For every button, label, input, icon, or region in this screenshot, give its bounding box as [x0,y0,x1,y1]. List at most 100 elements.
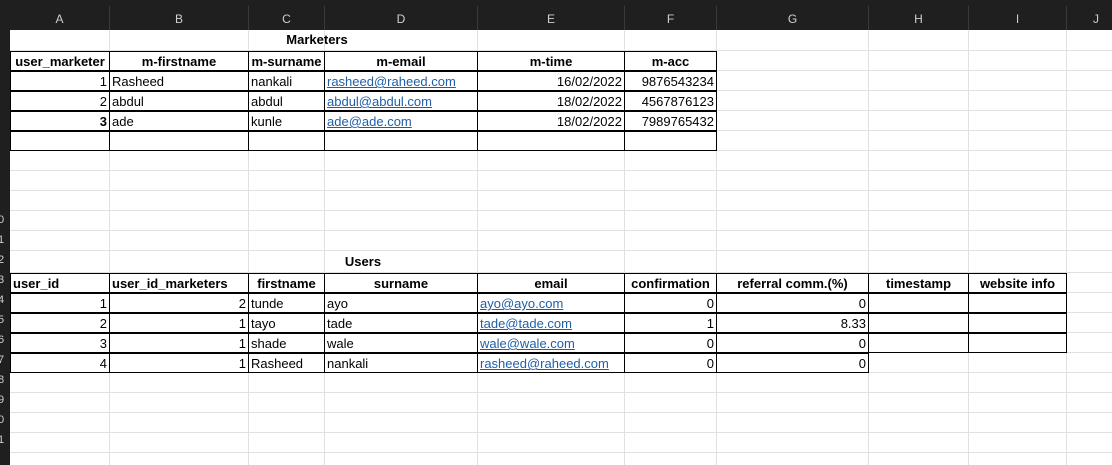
marketer-id-cell[interactable]: 1 [10,71,110,91]
header-user-marketer[interactable]: user_marketer [10,51,110,71]
marketer-id-cell[interactable]: 3 [10,111,110,131]
user-timestamp-cell[interactable] [868,293,969,313]
marketer-id-cell[interactable]: 2 [10,91,110,111]
column-header-e[interactable]: E [478,0,624,30]
email-link[interactable]: rasheed@raheed.com [327,74,456,89]
user-confirmation-cell[interactable]: 1 [624,313,717,333]
column-header-j[interactable]: J [1067,0,1112,30]
user-firstname-cell[interactable]: tunde [248,293,325,313]
marketer-email-cell[interactable]: ade@ade.com [324,111,478,131]
marketer-surname-cell[interactable]: kunle [248,111,325,131]
email-link[interactable]: abdul@abdul.com [327,94,432,109]
user-website-cell[interactable] [968,333,1067,353]
row-header[interactable]: 1 [0,230,10,250]
row-header[interactable]: 1 [0,430,10,450]
marketer-time-cell[interactable]: 18/02/2022 [477,111,625,131]
user-website-cell[interactable] [968,313,1067,333]
user-referral-cell[interactable]: 0 [716,293,869,313]
marketer-surname-cell[interactable]: nankali [248,71,325,91]
header-firstname[interactable]: firstname [248,273,325,293]
row-header[interactable]: 9 [0,390,10,410]
column-header-b[interactable]: B [110,0,248,30]
column-header-h[interactable]: H [869,0,968,30]
user-email-cell[interactable]: tade@tade.com [477,313,625,333]
user-referral-cell[interactable]: 0 [716,333,869,353]
header-m-acc[interactable]: m-acc [624,51,717,71]
marketer-firstname-cell[interactable]: abdul [109,91,249,111]
marketer-time-cell[interactable]: 16/02/2022 [477,71,625,91]
email-link[interactable]: tade@tade.com [480,316,572,331]
user-id-cell[interactable]: 3 [10,333,110,353]
header-user-id-marketers[interactable]: user_id_marketers [109,273,249,293]
marketer-acc-cell[interactable]: 4567876123 [624,91,717,111]
user-id-cell[interactable]: 2 [10,313,110,333]
header-surname[interactable]: surname [324,273,478,293]
empty-cell[interactable] [477,131,625,151]
marketer-firstname-cell[interactable]: ade [109,111,249,131]
user-marketer-cell[interactable]: 1 [109,353,249,373]
email-link[interactable]: wale@wale.com [480,336,575,351]
row-header[interactable]: 7 [0,350,10,370]
user-surname-cell[interactable]: wale [324,333,478,353]
empty-cell[interactable] [624,131,717,151]
users-title[interactable]: Users [10,252,716,272]
row-header[interactable]: 3 [0,270,10,290]
header-referral-comm[interactable]: referral comm.(%) [716,273,869,293]
row-header[interactable]: 4 [0,290,10,310]
column-header-i[interactable]: I [969,0,1066,30]
user-confirmation-cell[interactable]: 0 [624,293,717,313]
marketer-time-cell[interactable]: 18/02/2022 [477,91,625,111]
column-header-c[interactable]: C [249,0,324,30]
user-referral-cell[interactable]: 8.33 [716,313,869,333]
email-link[interactable]: ade@ade.com [327,114,412,129]
marketer-acc-cell[interactable]: 9876543234 [624,71,717,91]
column-header-f[interactable]: F [625,0,716,30]
row-header[interactable]: 2 [0,250,10,270]
marketer-acc-cell[interactable]: 7989765432 [624,111,717,131]
row-header[interactable]: 6 [0,330,10,350]
user-surname-cell[interactable]: tade [324,313,478,333]
marketer-firstname-cell[interactable]: Rasheed [109,71,249,91]
user-marketer-cell[interactable]: 2 [109,293,249,313]
header-m-time[interactable]: m-time [477,51,625,71]
user-website-cell[interactable] [968,293,1067,313]
user-id-cell[interactable]: 1 [10,293,110,313]
user-email-cell[interactable]: wale@wale.com [477,333,625,353]
marketer-email-cell[interactable]: abdul@abdul.com [324,91,478,111]
marketer-email-cell[interactable]: rasheed@raheed.com [324,71,478,91]
column-header-g[interactable]: G [717,0,868,30]
user-firstname-cell[interactable]: Rasheed [248,353,325,373]
email-link[interactable]: rasheed@raheed.com [480,356,609,371]
header-timestamp[interactable]: timestamp [868,273,969,293]
user-firstname-cell[interactable]: tayo [248,313,325,333]
empty-cell[interactable] [248,131,325,151]
empty-cell[interactable] [10,131,110,151]
user-referral-cell[interactable]: 0 [716,353,869,373]
user-confirmation-cell[interactable]: 0 [624,353,717,373]
user-id-cell[interactable]: 4 [10,353,110,373]
user-email-cell[interactable]: ayo@ayo.com [477,293,625,313]
header-email[interactable]: email [477,273,625,293]
marketers-title[interactable]: Marketers [10,30,624,50]
email-link[interactable]: ayo@ayo.com [480,296,563,311]
empty-cell[interactable] [109,131,249,151]
user-email-cell[interactable]: rasheed@raheed.com [477,353,625,373]
header-website-info[interactable]: website info [968,273,1067,293]
row-header[interactable]: 8 [0,370,10,390]
user-firstname-cell[interactable]: shade [248,333,325,353]
header-m-email[interactable]: m-email [324,51,478,71]
header-m-firstname[interactable]: m-firstname [109,51,249,71]
user-surname-cell[interactable]: ayo [324,293,478,313]
user-marketer-cell[interactable]: 1 [109,333,249,353]
user-surname-cell[interactable]: nankali [324,353,478,373]
header-confirmation[interactable]: confirmation [624,273,717,293]
header-m-surname[interactable]: m-surname [248,51,325,71]
column-header-d[interactable]: D [325,0,477,30]
user-confirmation-cell[interactable]: 0 [624,333,717,353]
marketer-surname-cell[interactable]: abdul [248,91,325,111]
empty-cell[interactable] [324,131,478,151]
row-header[interactable]: 0 [0,410,10,430]
user-marketer-cell[interactable]: 1 [109,313,249,333]
column-header-a[interactable]: A [10,0,109,30]
row-header[interactable]: 0 [0,210,10,230]
